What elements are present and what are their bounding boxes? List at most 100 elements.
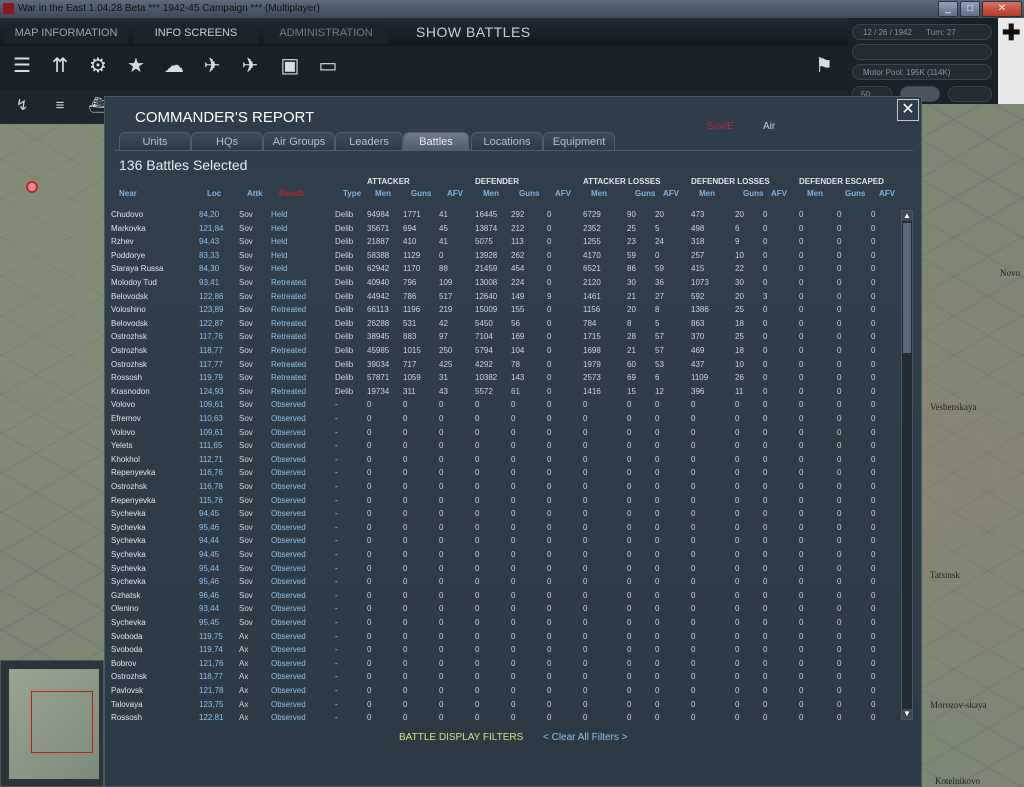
col-def-guns-header[interactable]: Guns	[519, 189, 539, 198]
table-row[interactable]: Krasnodon 124,93 Sov Retreated Delib 19734 311…	[105, 385, 905, 398]
table-row[interactable]: Ostrozhsk 116,78 Sov Observed - 0 0 0 0 0 0 0 0 0 0 0 0 0…	[105, 480, 905, 493]
star-icon[interactable]: ★	[122, 52, 150, 80]
col-defloss-afv-header[interactable]: AFV	[771, 189, 787, 198]
table-scrollbar[interactable]: ▲ ▼	[901, 210, 913, 720]
col-att-guns-header[interactable]: Guns	[411, 189, 431, 198]
unit-list-icon[interactable]: ☰	[8, 52, 36, 80]
table-row[interactable]: Sychevka 94,45 Sov Observed - 0 0 0 0 0 0 0 0 0 0 0 0 0 0 0	[105, 507, 905, 520]
tab-units[interactable]: Units	[119, 132, 191, 151]
map-city-marker[interactable]	[26, 181, 38, 193]
table-row[interactable]: Sychevka 95,46 Sov Observed - 0 0 0 0 0 0 0 0 0 0 0 0 0 0 0	[105, 575, 905, 588]
scroll-up-arrow-icon[interactable]: ▲	[902, 211, 912, 221]
col-attloss-afv-header[interactable]: AFV	[663, 189, 679, 198]
tab-leaders[interactable]: Leaders	[335, 132, 403, 151]
table-row[interactable]: Ostrozhsk 118,77 Sov Retreated Delib 45985 101…	[105, 344, 905, 357]
tab-locations[interactable]: Locations	[471, 132, 543, 151]
table-row[interactable]: Voloshino 123,89 Sov Retreated Delib 66113 119…	[105, 303, 905, 316]
defloss-men-cell: 0	[691, 645, 696, 654]
table-row[interactable]: Sychevka 94,45 Sov Observed - 0 0 0 0 0 0 0 0 0 0 0 0 0 0 0	[105, 548, 905, 561]
col-def-afv-header[interactable]: AFV	[555, 189, 571, 198]
filter-air-toggle[interactable]: Air	[763, 121, 775, 132]
close-report-button[interactable]: ✕	[897, 99, 919, 121]
tab-hqs[interactable]: HQs	[191, 132, 263, 151]
maximize-button[interactable]: □	[960, 1, 980, 17]
table-row[interactable]: Svoboda 119,75 Ax Observed - 0 0 0 0 0 0 0 0 0 0 0 0 0 0 0	[105, 630, 905, 643]
col-attloss-guns-header[interactable]: Guns	[635, 189, 655, 198]
table-row[interactable]: Molodoy Tud 93,41 Sov Retreated Delib 40940 79…	[105, 276, 905, 289]
table-row[interactable]: Rossosh 122,81 Ax Observed - 0 0 0 0 0 0 0 0 0 0 0 0 0 0 0	[105, 711, 905, 720]
table-row[interactable]: Gzhatsk 96,46 Sov Observed - 0 0 0 0 0 0 0 0 0 0 0 0 0 0 0	[105, 589, 905, 602]
table-row[interactable]: Repenyevka 116,76 Sov Observed - 0 0 0 0 0 0 0 0 0 0 0 0…	[105, 466, 905, 479]
table-row[interactable]: Belovodsk 122,86 Sov Retreated Delib 44942 786…	[105, 290, 905, 303]
col-type-header[interactable]: Type	[343, 189, 361, 198]
tab-equipment[interactable]: Equipment	[543, 132, 615, 151]
table-row[interactable]: Ostrozhsk 118,77 Ax Observed - 0 0 0 0 0 0 0 0 0 0 0 0 0 0…	[105, 670, 905, 683]
col-near-header[interactable]: Near	[119, 189, 137, 198]
col-defloss-men-header[interactable]: Men	[699, 189, 715, 198]
table-row[interactable]: Pavlovsk 121,78 Ax Observed - 0 0 0 0 0 0 0 0 0 0 0 0 0 0 0	[105, 684, 905, 697]
battle-display-filters-button[interactable]: BATTLE DISPLAY FILTERS	[399, 732, 523, 743]
table-row[interactable]: Ostrozhsk 117,76 Sov Retreated Delib 38945 883…	[105, 330, 905, 343]
table-row[interactable]: Khokhol 112,71 Sov Observed - 0 0 0 0 0 0 0 0 0 0 0 0 0 0 0	[105, 453, 905, 466]
minimap-viewport[interactable]	[31, 691, 93, 753]
report-icon[interactable]: ▭	[314, 52, 342, 80]
minimap[interactable]	[0, 660, 104, 787]
scroll-thumb[interactable]	[903, 223, 911, 353]
tab-battles[interactable]: Battles	[403, 132, 469, 151]
table-row[interactable]: Ostrozhsk 117,77 Sov Retreated Delib 39034 717…	[105, 358, 905, 371]
air-transfer-icon[interactable]: ✈	[236, 52, 264, 80]
col-attk-header[interactable]: Attk	[247, 189, 263, 198]
table-row[interactable]: Staraya Russa 84,30 Sov Held Delib 62942 1170 8…	[105, 262, 905, 275]
table-row[interactable]: Sychevka 95,46 Sov Observed - 0 0 0 0 0 0 0 0 0 0 0 0 0 0 0	[105, 521, 905, 534]
tab-air-groups[interactable]: Air Groups	[263, 132, 335, 151]
col-att-afv-header[interactable]: AFV	[447, 189, 463, 198]
def-guns-cell: 155	[511, 305, 525, 314]
air-mission-icon[interactable]: ✈	[198, 52, 226, 80]
table-row[interactable]: Svoboda 119,74 Ax Observed - 0 0 0 0 0 0 0 0 0 0 0 0 0 0 0	[105, 643, 905, 656]
weather-icon[interactable]: ☁	[160, 52, 188, 80]
col-att-men-header[interactable]: Men	[375, 189, 391, 198]
table-row[interactable]: Chudovo 84,20 Sov Held Delib 94984 1771 41 16445…	[105, 208, 905, 221]
table-row[interactable]: Volovo 109,61 Sov Observed - 0 0 0 0 0 0 0 0 0 0 0 0 0 0 0	[105, 426, 905, 439]
table-row[interactable]: Markovka 121,84 Sov Held Delib 35671 694 45 1387…	[105, 222, 905, 235]
col-esc-men-header[interactable]: Men	[807, 189, 823, 198]
col-esc-afv-header[interactable]: AFV	[879, 189, 895, 198]
table-row[interactable]: Rzhev 94,43 Sov Held Delib 21887 410 41 5075 113 0…	[105, 235, 905, 248]
table-row[interactable]: Poddorye 83,33 Sov Held Delib 58388 1129 0 13928…	[105, 249, 905, 262]
table-row[interactable]: Efremov 110,63 Sov Observed - 0 0 0 0 0 0 0 0 0 0 0 0 0 0 0	[105, 412, 905, 425]
tab-info-screens[interactable]: INFO SCREENS	[134, 22, 258, 44]
table-row[interactable]: Olenino 93,44 Sov Observed - 0 0 0 0 0 0 0 0 0 0 0 0 0 0 0	[105, 602, 905, 615]
table-row[interactable]: Sychevka 95,45 Sov Observed - 0 0 0 0 0 0 0 0 0 0 0 0 0 0 0	[105, 616, 905, 629]
col-esc-guns-header[interactable]: Guns	[845, 189, 865, 198]
scroll-down-arrow-icon[interactable]: ▼	[902, 709, 912, 719]
production-icon[interactable]: ⇈	[46, 52, 74, 80]
clear-all-filters-button[interactable]: < Clear All Filters >	[543, 732, 627, 743]
table-row[interactable]: Repenyevka 115,76 Sov Observed - 0 0 0 0 0 0 0 0 0 0 0 0…	[105, 494, 905, 507]
table-row[interactable]: Rossosh 119,79 Sov Retreated Delib 57871 1059 3…	[105, 371, 905, 384]
table-row[interactable]: Sychevka 95,44 Sov Observed - 0 0 0 0 0 0 0 0 0 0 0 0 0 0 0	[105, 562, 905, 575]
attk-cell: Sov	[239, 577, 253, 586]
tab-administration[interactable]: ADMINISTRATION	[264, 22, 388, 44]
col-loc-header[interactable]: Loc	[207, 189, 221, 198]
col-defloss-guns-header[interactable]: Guns	[743, 189, 763, 198]
settings-gear-icon[interactable]: ⚙	[84, 52, 112, 80]
show-battles-button[interactable]: SHOW BATTLES	[416, 24, 531, 40]
rail-icon[interactable]: ▣	[276, 52, 304, 80]
table-row[interactable]: Talovaya 123,75 Ax Observed - 0 0 0 0 0 0 0 0 0 0 0 0 0 0 0	[105, 698, 905, 711]
col-result-header[interactable]: Result	[279, 189, 303, 198]
flag-icon[interactable]: ⚑	[810, 52, 838, 80]
col-def-men-header[interactable]: Men	[483, 189, 499, 198]
rail-mode-icon[interactable]: ≡	[46, 94, 74, 118]
option-field[interactable]	[948, 86, 992, 102]
table-row[interactable]: Bobrov 121,76 Ax Observed - 0 0 0 0 0 0 0 0 0 0 0 0 0 0 0	[105, 657, 905, 670]
table-row[interactable]: Volovo 109,61 Sov Observed - 0 0 0 0 0 0 0 0 0 0 0 0 0 0 0	[105, 398, 905, 411]
minimize-button[interactable]: _	[938, 1, 958, 17]
tab-map-information[interactable]: MAP INFORMATION	[4, 22, 128, 44]
filter-sov-toggle[interactable]: Sov/E	[707, 121, 734, 132]
table-row[interactable]: Yelets 111,65 Sov Observed - 0 0 0 0 0 0 0 0 0 0 0 0 0 0 0	[105, 439, 905, 452]
col-attloss-men-header[interactable]: Men	[591, 189, 607, 198]
table-row[interactable]: Belovodsk 122,87 Sov Retreated Delib 26288 531…	[105, 317, 905, 330]
move-mode-icon[interactable]: ↯	[8, 94, 36, 118]
table-row[interactable]: Sychevka 94,44 Sov Observed - 0 0 0 0 0 0 0 0 0 0 0 0 0 0 0	[105, 534, 905, 547]
close-window-button[interactable]: ✕	[982, 1, 1022, 17]
